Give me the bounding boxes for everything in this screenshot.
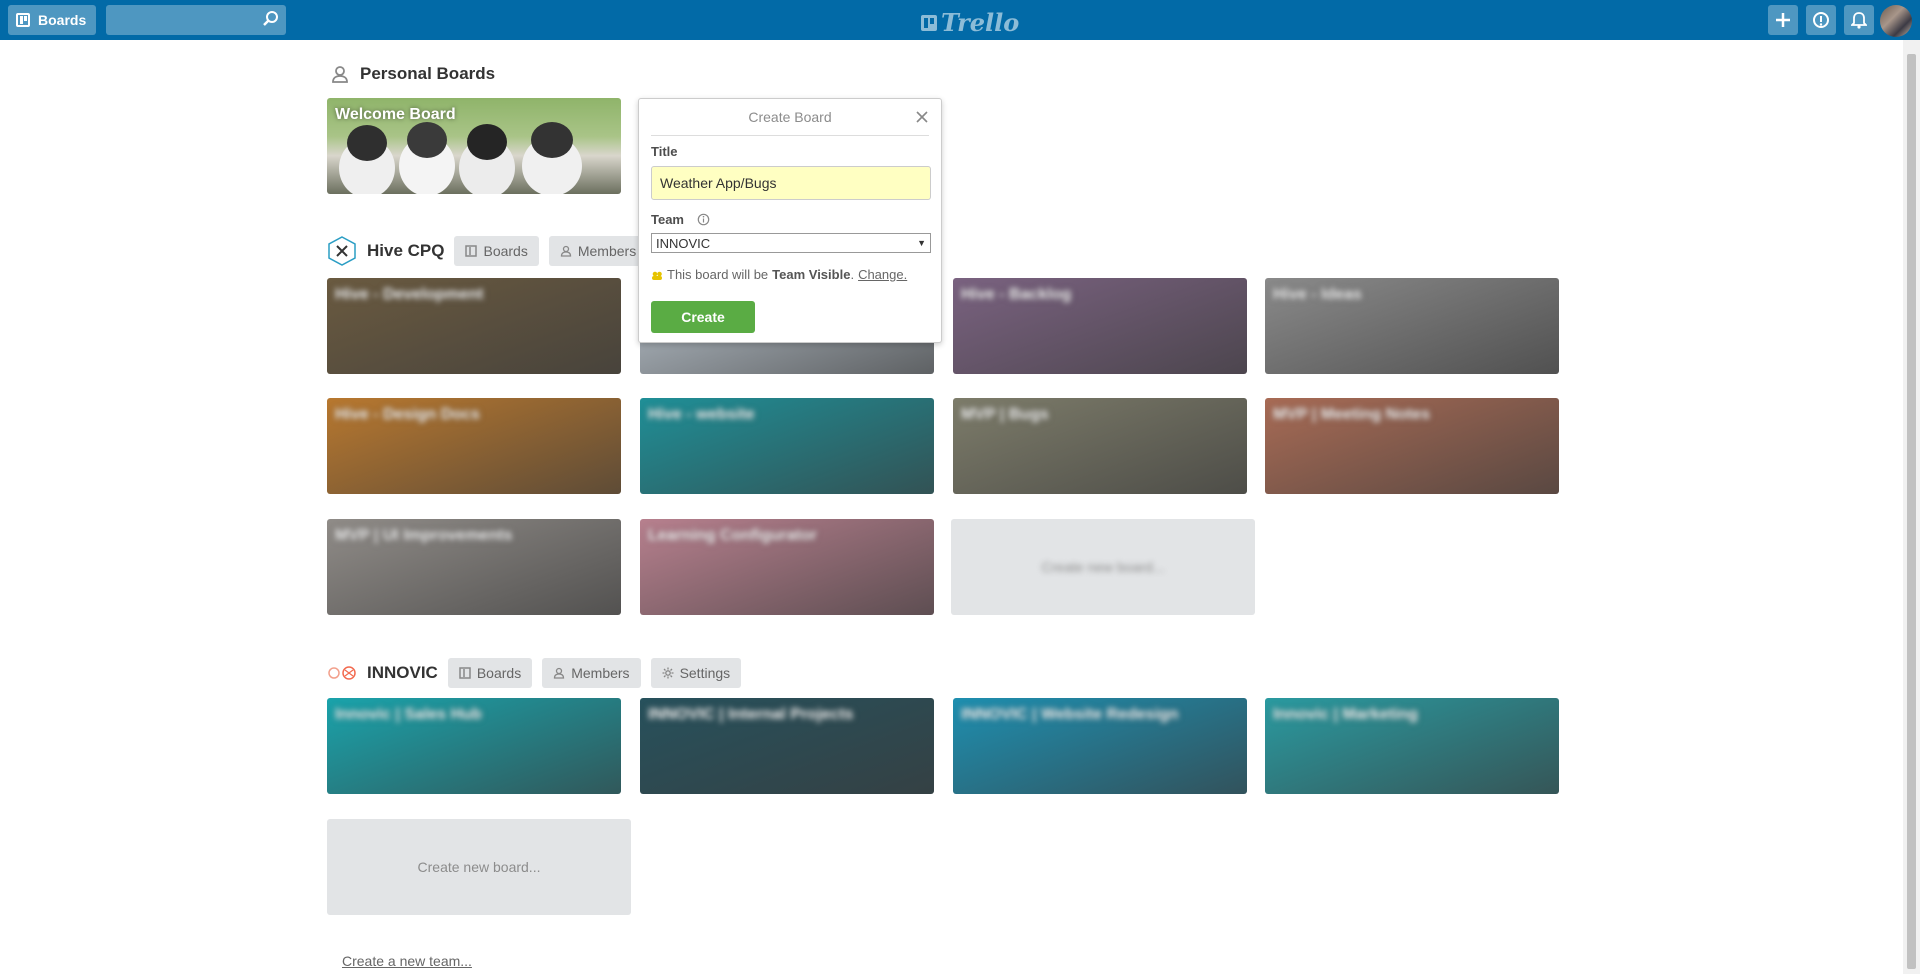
board-name: MVP | Meeting Notes (1273, 406, 1431, 423)
person-icon (560, 245, 571, 257)
board-tile[interactable]: Hive - website (640, 398, 934, 494)
hive-members-tab-label: Members (577, 243, 637, 259)
trello-logo-text: Trello (941, 8, 1020, 37)
boards-button-label: Boards (38, 12, 87, 28)
board-tile-welcome[interactable]: Welcome Board (327, 98, 621, 194)
hive-team-header: Hive CPQ Boards Members (327, 236, 648, 266)
create-new-board-label: Create new board... (1041, 559, 1165, 575)
board-name: Hive - Design Docs (335, 406, 480, 423)
person-icon (554, 667, 565, 679)
board-tile[interactable]: Hive - Backlog (953, 278, 1247, 374)
board-tile[interactable]: MVP | Meeting Notes (1265, 398, 1559, 494)
person-icon (332, 66, 348, 83)
board-name: MVP | Bugs (961, 406, 1049, 423)
board-tile[interactable]: Hive - Design Docs (327, 398, 621, 494)
avatar[interactable] (1880, 5, 1912, 37)
board-tile[interactable]: Innovic | Marketing (1265, 698, 1559, 794)
team-visible-icon (652, 271, 662, 280)
board-name: Hive - Development (335, 286, 484, 303)
hive-team-title: Hive CPQ (367, 241, 445, 260)
search-icon[interactable] (262, 10, 280, 28)
board-name: Innovic | Sales Hub (335, 706, 482, 723)
board-tile[interactable]: INNOVIC | Website Redesign (953, 698, 1247, 794)
board-tile[interactable]: Hive - Development (327, 278, 621, 374)
create-board-popover: Create Board Title Team INNOVIC ▼ This b… (638, 98, 942, 343)
bell-icon (1851, 12, 1867, 29)
team-label: Team (651, 212, 684, 227)
visibility-suffix: . (850, 267, 855, 282)
title-label: Title (651, 144, 678, 159)
innovic-team-header: INNOVIC Boards Members Settings (327, 658, 742, 688)
team-select[interactable]: INNOVIC ▼ (651, 233, 931, 253)
board-name: Hive - Ideas (1273, 286, 1362, 303)
boards-icon (16, 13, 30, 27)
gear-icon (662, 667, 674, 679)
board-tile[interactable]: INNOVIC | Internal Projects (640, 698, 934, 794)
info-button[interactable] (1806, 5, 1836, 35)
close-icon[interactable] (915, 110, 929, 124)
hive-boards-tab-label: Boards (483, 243, 528, 259)
board-tile[interactable]: Hive - Ideas (1265, 278, 1559, 374)
popover-divider (651, 135, 929, 136)
innovic-members-tab[interactable]: Members (542, 658, 641, 688)
board-tile[interactable]: Learning Configurator (640, 519, 934, 615)
search-input[interactable] (106, 5, 286, 35)
board-name: Hive - Backlog (961, 286, 1072, 303)
dropdown-arrow-icon: ▼ (917, 238, 926, 248)
boards-icon (465, 245, 478, 257)
board-title-input[interactable] (651, 166, 931, 200)
popover-title: Create Board (748, 109, 832, 125)
trello-logo[interactable]: Trello (921, 8, 1019, 37)
create-new-board-label: Create new board... (417, 859, 541, 875)
innovic-boards-tab-label: Boards (476, 665, 522, 681)
board-tile[interactable]: MVP | UI Improvements (327, 519, 621, 615)
visibility-note: This board will be Team Visible. Change. (651, 267, 907, 282)
plus-icon (1776, 13, 1790, 27)
add-button[interactable] (1768, 5, 1798, 35)
board-name: Hive - website (648, 406, 755, 423)
top-header: Boards Trello (0, 0, 1920, 40)
notifications-button[interactable] (1844, 5, 1874, 35)
board-name: Learning Configurator (648, 527, 817, 544)
innovic-settings-tab[interactable]: Settings (650, 658, 742, 688)
info-icon (1813, 12, 1829, 28)
personal-boards-title: Personal Boards (360, 64, 496, 83)
board-name: MVP | UI Improvements (335, 527, 513, 544)
board-tile[interactable]: Innovic | Sales Hub (327, 698, 621, 794)
innovic-settings-tab-label: Settings (679, 665, 731, 681)
personal-boards-header: Personal Boards (330, 64, 495, 84)
visibility-prefix: This board will be (667, 267, 769, 282)
board-tile[interactable]: MVP | Bugs (953, 398, 1247, 494)
create-team-link[interactable]: Create a new team... (342, 953, 472, 969)
board-name: Innovic | Marketing (1273, 706, 1418, 723)
innovic-boards-tab[interactable]: Boards (447, 658, 533, 688)
scrollbar-thumb[interactable] (1907, 54, 1916, 969)
change-visibility-link[interactable]: Change. (858, 267, 907, 282)
innovic-team-title: INNOVIC (367, 663, 438, 682)
board-name: INNOVIC | Internal Projects (648, 706, 854, 723)
hive-logo-icon (328, 236, 356, 266)
page-scrollbar[interactable] (1903, 40, 1920, 974)
visibility-value: Team Visible (772, 267, 851, 282)
boards-icon (459, 667, 471, 679)
board-name: Welcome Board (335, 106, 456, 123)
team-select-value: INNOVIC (656, 235, 711, 251)
hive-members-tab[interactable]: Members (548, 236, 648, 266)
board-name: INNOVIC | Website Redesign (961, 706, 1179, 723)
boards-button[interactable]: Boards (8, 5, 97, 35)
trello-logo-icon (921, 14, 937, 31)
create-new-board-innovic[interactable]: Create new board... (327, 819, 631, 915)
create-new-board-hive[interactable]: Create new board... (951, 519, 1255, 615)
innovic-logo-icon (328, 666, 356, 680)
info-icon[interactable] (697, 213, 710, 226)
innovic-members-tab-label: Members (571, 665, 630, 681)
hive-boards-tab[interactable]: Boards (454, 236, 539, 266)
create-board-button[interactable]: Create (651, 301, 755, 333)
